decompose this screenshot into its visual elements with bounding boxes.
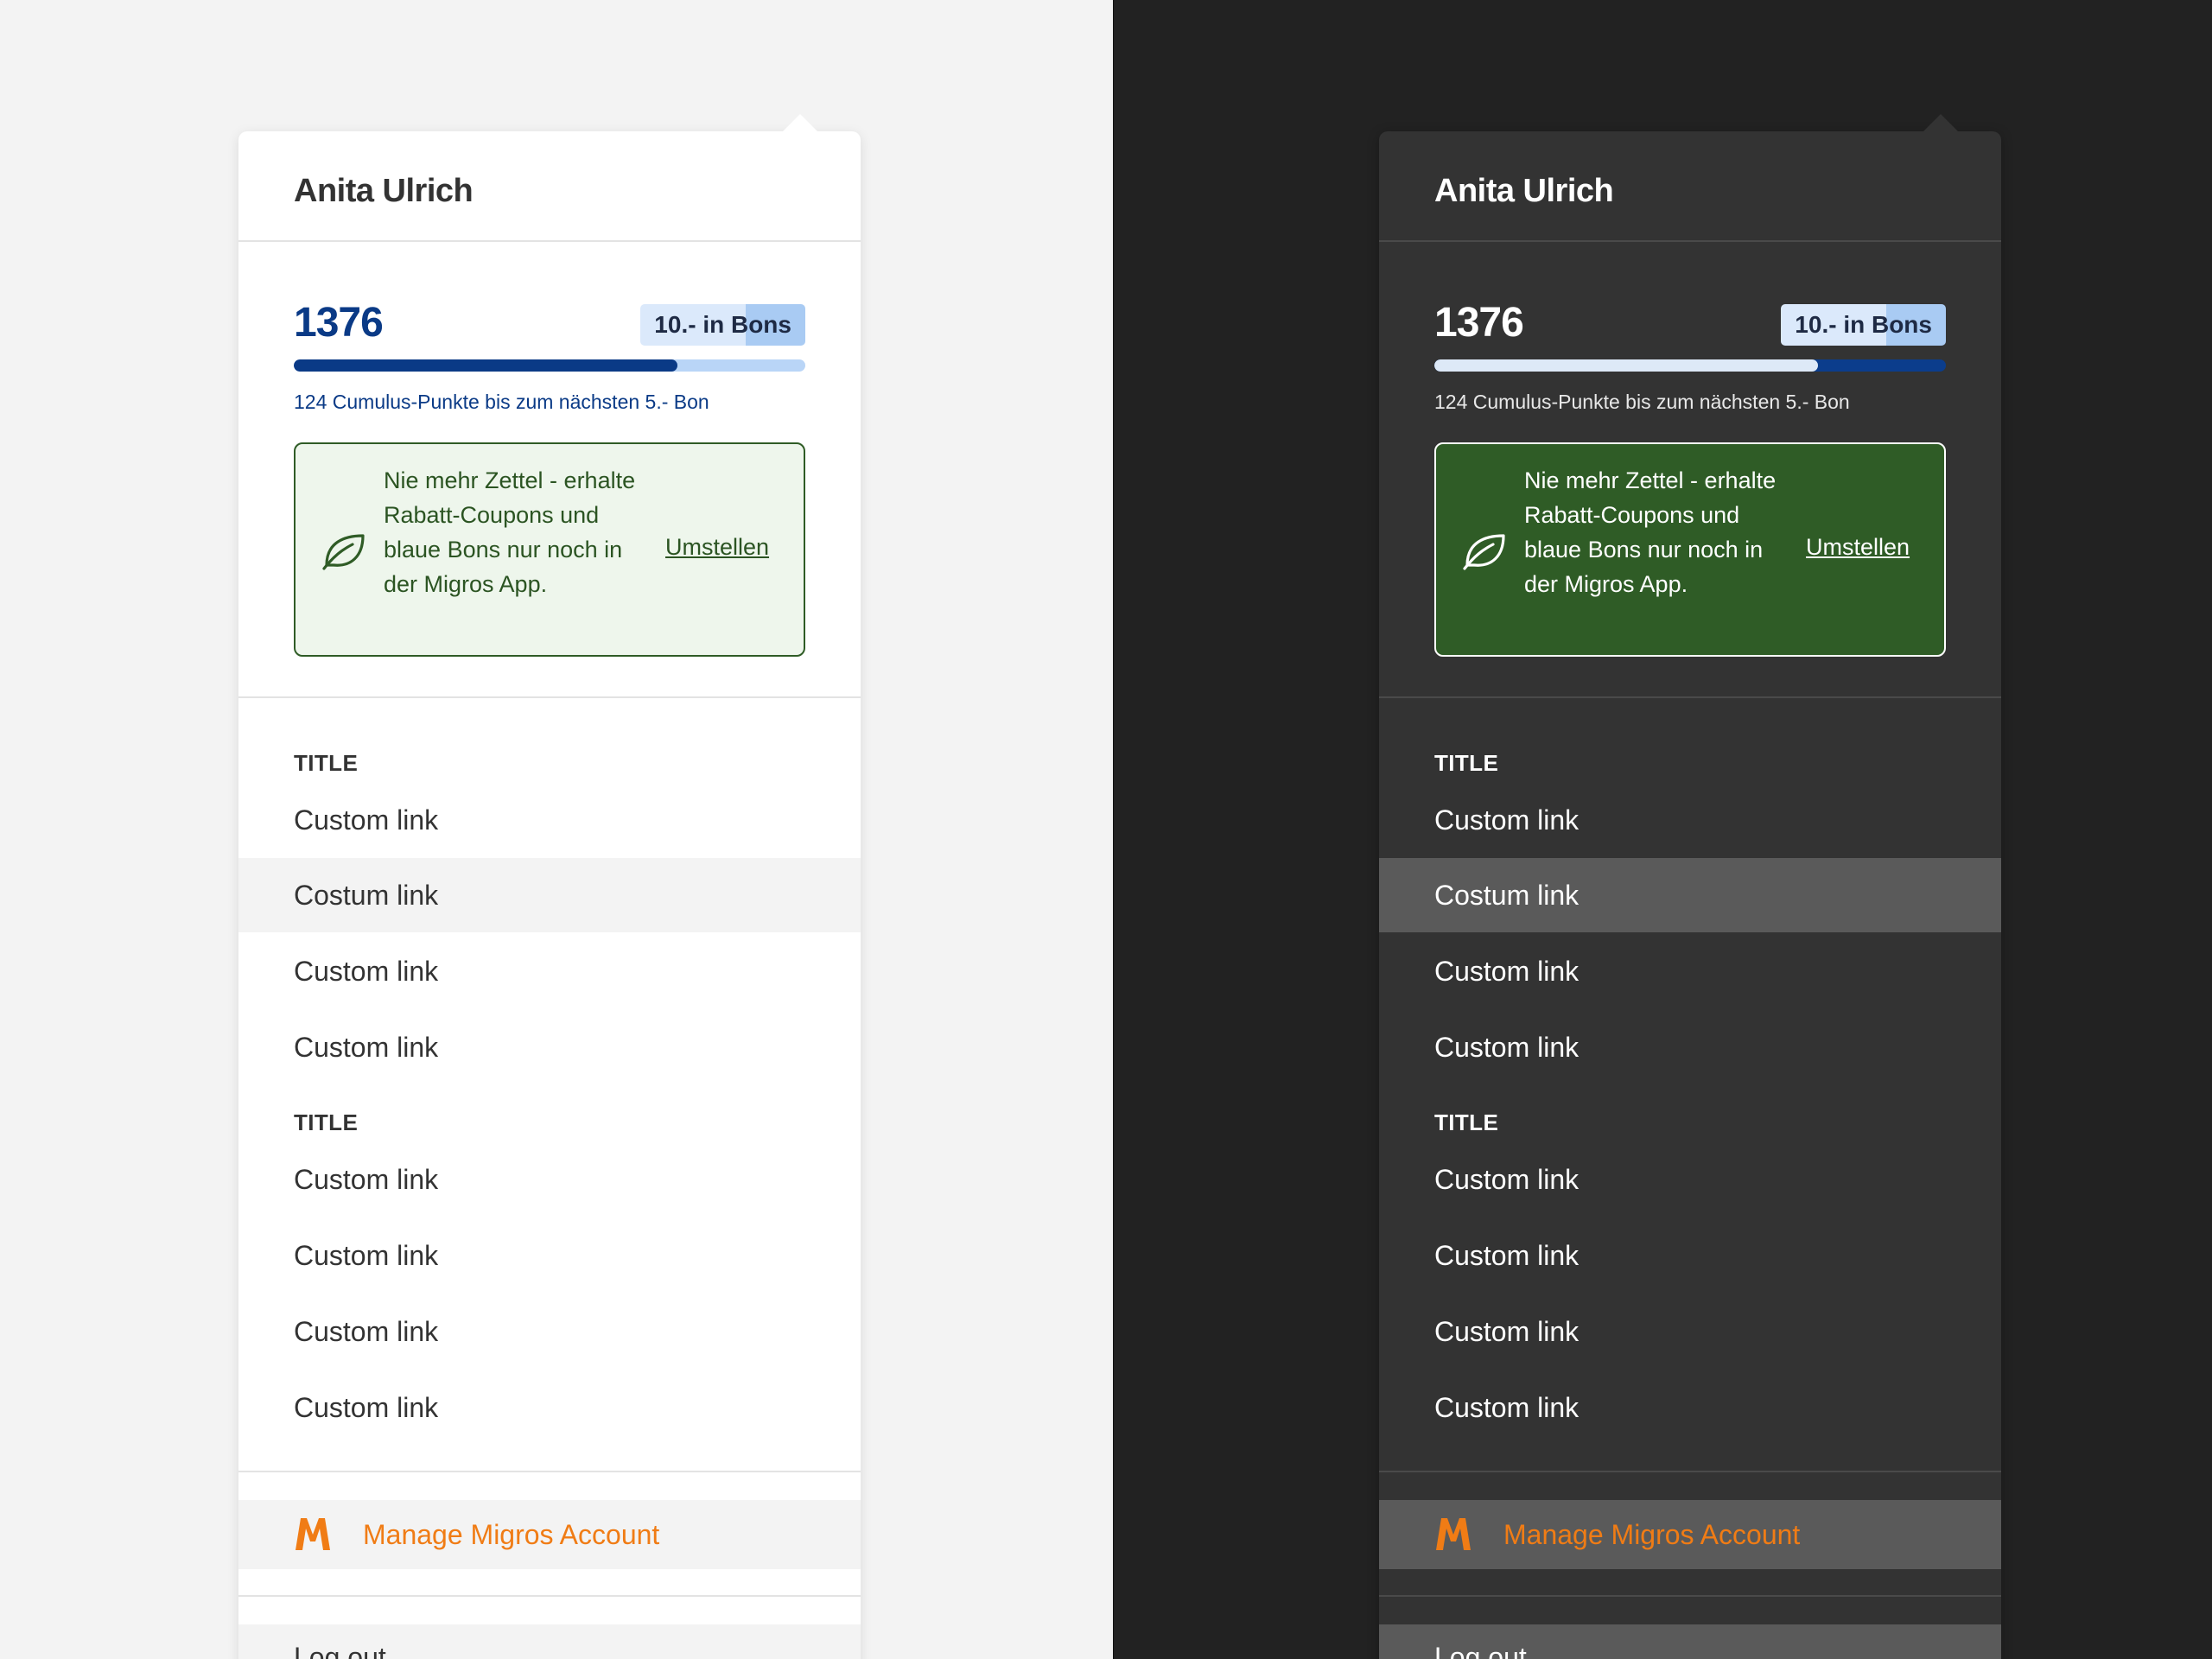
section-title: TITLE xyxy=(1434,1109,1499,1135)
cumulus-points: 1376 xyxy=(294,300,384,346)
section-title: TITLE xyxy=(1434,750,1499,776)
cumulus-progress-bar xyxy=(1434,359,1946,372)
nav-link[interactable]: Custom link xyxy=(238,1294,861,1369)
paperless-notice: Nie mehr Zettel - erhalte Rabatt-Coupons… xyxy=(294,442,805,657)
cumulus-progress-fill xyxy=(294,359,677,372)
nav-link[interactable]: Custom link xyxy=(238,1218,861,1293)
nav-link[interactable]: Custom link xyxy=(238,1370,861,1445)
account-dropdown-panel: Anita Ulrich 1376 10.- in Bons 124 Cumul… xyxy=(1379,114,2001,1659)
nav-link[interactable]: Custom link xyxy=(238,1142,861,1217)
user-name: Anita Ulrich xyxy=(294,173,474,209)
nav-link[interactable]: Custom link xyxy=(1379,1142,2001,1217)
manage-account-button[interactable]: Manage Migros Account xyxy=(238,1500,861,1569)
cumulus-progress-fill xyxy=(1434,359,1818,372)
divider xyxy=(238,1471,861,1472)
divider xyxy=(1379,240,2001,242)
nav-link[interactable]: Custom link xyxy=(1379,783,2001,857)
user-name: Anita Ulrich xyxy=(1434,173,1614,209)
divider xyxy=(238,696,861,698)
nav-link[interactable]: Custom link xyxy=(1379,1294,2001,1369)
cumulus-points: 1376 xyxy=(1434,300,1524,346)
switch-link[interactable]: Umstellen xyxy=(665,534,769,561)
account-dropdown-panel: Anita Ulrich 1376 10.- in Bons 124 Cumul… xyxy=(238,114,861,1659)
nav-link[interactable]: Costum link xyxy=(238,858,861,932)
cumulus-progress-text: 124 Cumulus-Punkte bis zum nächsten 5.- … xyxy=(1434,391,1850,413)
section-title: TITLE xyxy=(294,1109,359,1135)
leaf-icon xyxy=(1463,534,1505,570)
logout-button[interactable]: Log out xyxy=(238,1624,861,1659)
nav-link[interactable]: Custom link xyxy=(238,934,861,1008)
cumulus-progress-text: 124 Cumulus-Punkte bis zum nächsten 5.- … xyxy=(294,391,709,413)
leaf-icon xyxy=(322,534,365,570)
nav-link[interactable]: Custom link xyxy=(1379,1218,2001,1293)
bonus-badge: 10.- in Bons xyxy=(640,304,805,346)
dropdown-arrow xyxy=(783,114,817,131)
logout-label: Log out xyxy=(294,1642,386,1659)
logout-button[interactable]: Log out xyxy=(1379,1624,2001,1659)
bonus-badge: 10.- in Bons xyxy=(1781,304,1946,346)
logout-label: Log out xyxy=(1434,1642,1527,1659)
nav-link[interactable]: Custom link xyxy=(1379,1010,2001,1084)
nav-link[interactable]: Custom link xyxy=(238,1010,861,1084)
nav-link[interactable]: Custom link xyxy=(1379,934,2001,1008)
divider xyxy=(238,240,861,242)
paperless-notice-text: Nie mehr Zettel - erhalte Rabatt-Coupons… xyxy=(384,467,636,597)
divider xyxy=(238,1595,861,1597)
dropdown-arrow xyxy=(1923,114,1958,131)
divider xyxy=(1379,1471,2001,1472)
paperless-notice: Nie mehr Zettel - erhalte Rabatt-Coupons… xyxy=(1434,442,1946,657)
nav-link[interactable]: Custom link xyxy=(1379,1370,2001,1445)
manage-account-label: Manage Migros Account xyxy=(363,1519,660,1550)
paperless-notice-text: Nie mehr Zettel - erhalte Rabatt-Coupons… xyxy=(1524,467,1777,597)
switch-link[interactable]: Umstellen xyxy=(1806,534,1910,561)
dark-theme-preview: Anita Ulrich 1376 10.- in Bons 124 Cumul… xyxy=(1114,0,2212,1659)
nav-link[interactable]: Costum link xyxy=(1379,858,2001,932)
manage-account-button[interactable]: Manage Migros Account xyxy=(1379,1500,2001,1569)
migros-m-icon xyxy=(296,1518,330,1550)
light-theme-preview: Anita Ulrich 1376 10.- in Bons 124 Cumul… xyxy=(0,0,1114,1659)
section-title: TITLE xyxy=(294,750,359,776)
migros-m-icon xyxy=(1436,1518,1471,1550)
nav-link[interactable]: Custom link xyxy=(238,783,861,857)
divider xyxy=(1379,1595,2001,1597)
cumulus-progress-bar xyxy=(294,359,805,372)
manage-account-label: Manage Migros Account xyxy=(1503,1519,1801,1550)
divider xyxy=(1379,696,2001,698)
